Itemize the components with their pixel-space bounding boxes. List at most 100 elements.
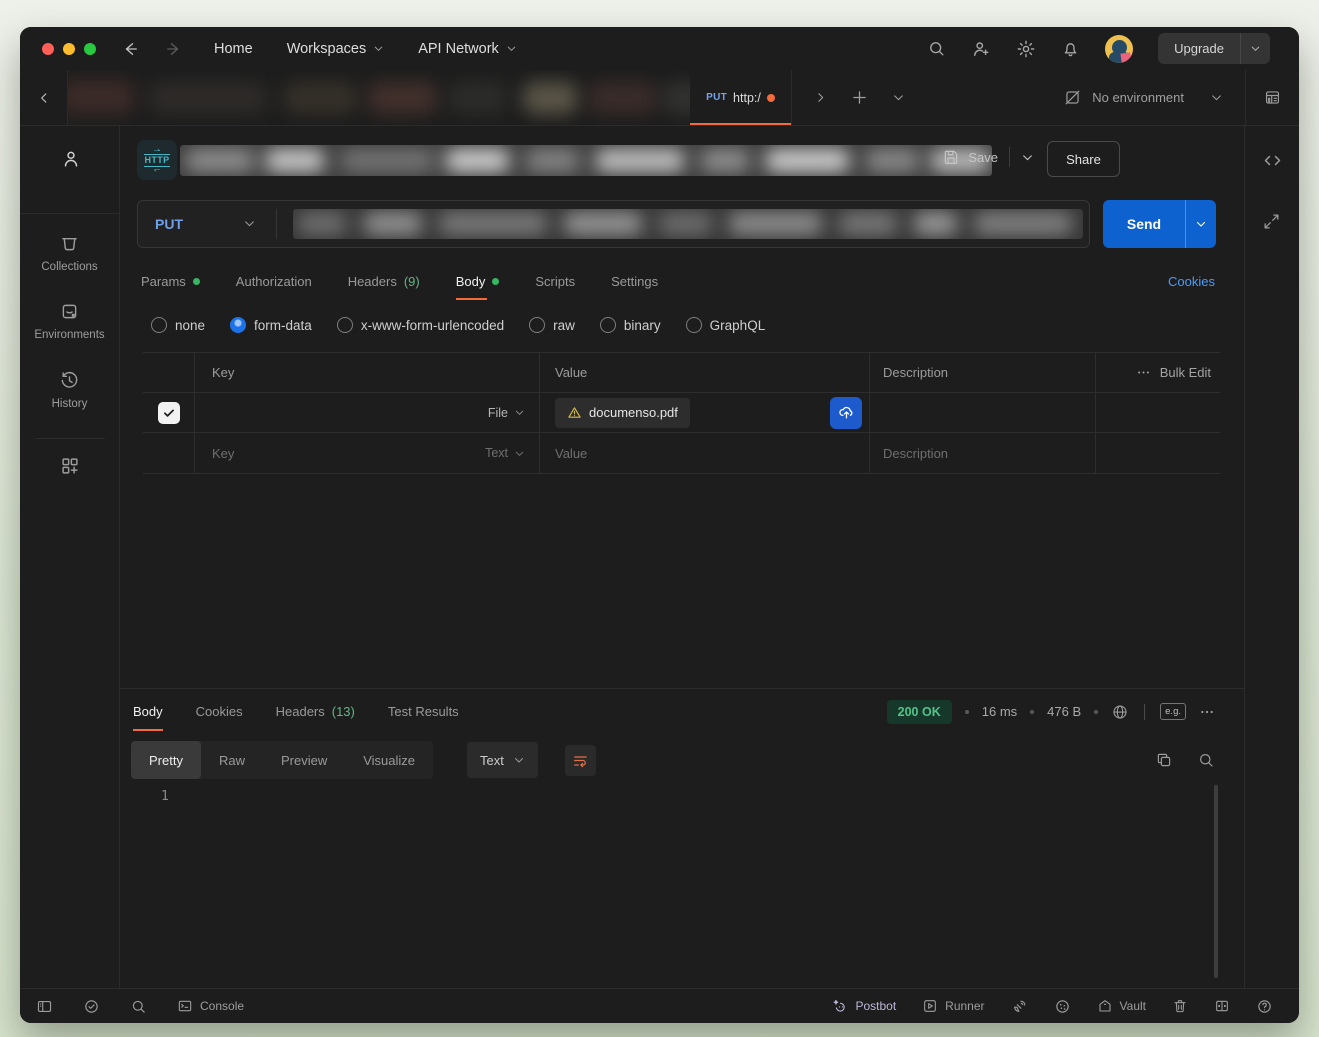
column-header-value: Value [540, 353, 870, 392]
tabs-scroll-left-icon[interactable] [20, 70, 68, 125]
user-profile-icon[interactable] [60, 148, 82, 170]
configure-modules-icon[interactable] [59, 455, 81, 477]
tab-options-chevron-down-icon[interactable] [892, 91, 905, 104]
value-input-cell[interactable]: documenso.pdf [540, 393, 870, 432]
syntax-check-icon[interactable] [83, 998, 100, 1015]
save-as-example-button[interactable]: e.g. [1160, 703, 1186, 720]
environment-quick-look-icon[interactable] [1246, 88, 1299, 107]
description-placeholder: Description [883, 446, 948, 461]
row-checkbox-checked[interactable] [158, 402, 180, 424]
response-language-dropdown[interactable]: Text [467, 742, 538, 778]
sidebar-item-label: Environments [34, 329, 104, 341]
copy-icon[interactable] [1155, 751, 1173, 769]
nav-workspaces[interactable]: Workspaces [287, 41, 385, 57]
invite-user-icon[interactable] [971, 39, 991, 59]
capture-requests-icon[interactable] [1011, 998, 1028, 1015]
key-input-cell[interactable]: File [195, 393, 540, 432]
redacted-url-input[interactable] [293, 209, 1083, 239]
search-icon[interactable] [927, 39, 946, 58]
nav-home[interactable]: Home [214, 41, 253, 57]
response-tab-headers[interactable]: Headers(13) [276, 693, 355, 731]
send-button[interactable]: Send [1103, 200, 1216, 248]
response-tab-test-results[interactable]: Test Results [388, 693, 459, 731]
back-icon[interactable] [122, 40, 140, 58]
tab-headers[interactable]: Headers(9) [348, 262, 420, 300]
vertical-scrollbar[interactable] [1214, 785, 1218, 978]
environment-selector[interactable]: No environment [1092, 90, 1184, 105]
active-request-tab[interactable]: PUT http:/ [690, 70, 792, 125]
search-response-icon[interactable] [1197, 751, 1215, 769]
settings-gear-icon[interactable] [1016, 39, 1036, 59]
expand-panel-icon[interactable] [1262, 212, 1281, 231]
value-type-dropdown[interactable]: File [488, 406, 525, 420]
value-type-dropdown[interactable]: Text [485, 446, 525, 460]
view-pretty[interactable]: Pretty [131, 741, 201, 779]
trash-icon[interactable] [1172, 998, 1188, 1014]
toggle-sidebar-icon[interactable] [36, 998, 53, 1015]
body-type-binary[interactable]: binary [600, 317, 661, 333]
console-button[interactable]: Console [177, 998, 244, 1014]
bulk-edit-button[interactable]: Bulk Edit [1160, 365, 1211, 380]
body-type-graphql[interactable]: GraphQL [686, 317, 766, 333]
close-window-button[interactable] [42, 43, 54, 55]
send-options-chevron-down-icon[interactable] [1185, 200, 1216, 248]
tab-settings[interactable]: Settings [611, 262, 658, 300]
response-more-icon[interactable] [1199, 704, 1215, 720]
cookies-icon[interactable] [1054, 998, 1071, 1015]
method-selector[interactable]: PUT [155, 201, 183, 247]
file-chip[interactable]: documenso.pdf [555, 398, 690, 428]
find-icon[interactable] [130, 998, 147, 1015]
minimize-window-button[interactable] [63, 43, 75, 55]
upgrade-button[interactable]: Upgrade [1158, 33, 1270, 64]
view-preview[interactable]: Preview [263, 741, 345, 779]
forward-icon[interactable] [164, 40, 182, 58]
upgrade-label[interactable]: Upgrade [1158, 33, 1240, 64]
maximize-window-button[interactable] [84, 43, 96, 55]
response-tab-cookies[interactable]: Cookies [196, 693, 243, 731]
sidebar-item-collections[interactable]: Collections [20, 233, 119, 273]
presets-more-icon[interactable] [1136, 365, 1151, 380]
description-input-cell[interactable]: Description [870, 433, 1096, 473]
body-type-raw[interactable]: raw [529, 317, 575, 333]
body-type-form-data[interactable]: form-data [230, 317, 312, 333]
help-icon[interactable] [1256, 998, 1273, 1015]
tab-scripts[interactable]: Scripts [535, 262, 575, 300]
tab-body[interactable]: Body [456, 262, 500, 300]
value-input-cell[interactable]: Value [540, 433, 870, 473]
share-button[interactable]: Share [1047, 141, 1120, 177]
response-tab-body[interactable]: Body [133, 693, 163, 731]
runner-button[interactable]: Runner [922, 998, 984, 1014]
save-button[interactable]: Save [968, 150, 998, 165]
network-globe-icon[interactable] [1111, 703, 1129, 721]
tabs-scroll-right-icon[interactable] [814, 91, 827, 104]
send-label[interactable]: Send [1103, 200, 1185, 248]
vault-button[interactable]: Vault [1097, 998, 1146, 1014]
user-avatar[interactable] [1105, 35, 1133, 63]
new-tab-plus-icon[interactable] [851, 89, 868, 106]
sidebar-item-environments[interactable]: Environments [20, 301, 119, 341]
two-pane-layout-icon[interactable] [1214, 998, 1230, 1014]
save-options-chevron-down-icon[interactable] [1021, 151, 1034, 164]
tab-authorization[interactable]: Authorization [236, 262, 312, 300]
status-badge[interactable]: 200 OK [887, 700, 952, 724]
tab-params[interactable]: Params [141, 262, 200, 300]
key-input-cell[interactable]: Key Text [195, 433, 540, 473]
upload-file-button[interactable] [830, 397, 862, 429]
upgrade-chevron-down-icon[interactable] [1240, 33, 1270, 64]
nav-api-network[interactable]: API Network [418, 41, 517, 57]
notifications-bell-icon[interactable] [1061, 39, 1080, 58]
environment-chevron-down-icon[interactable] [1210, 91, 1223, 104]
body-type-x-www-form-urlencoded[interactable]: x-www-form-urlencoded [337, 317, 504, 333]
redacted-blob [728, 212, 823, 235]
view-raw[interactable]: Raw [201, 741, 263, 779]
postbot-button[interactable]: Postbot [831, 998, 896, 1015]
method-chevron-down-icon[interactable] [243, 217, 256, 230]
wrap-lines-icon[interactable] [565, 745, 596, 776]
code-snippet-icon[interactable] [1262, 150, 1283, 171]
body-type-none[interactable]: none [151, 317, 205, 333]
cookies-link[interactable]: Cookies [1168, 262, 1215, 300]
view-visualize[interactable]: Visualize [345, 741, 433, 779]
save-floppy-icon[interactable] [942, 148, 960, 166]
sidebar-item-history[interactable]: History [20, 370, 119, 410]
description-input-cell[interactable] [870, 393, 1096, 432]
